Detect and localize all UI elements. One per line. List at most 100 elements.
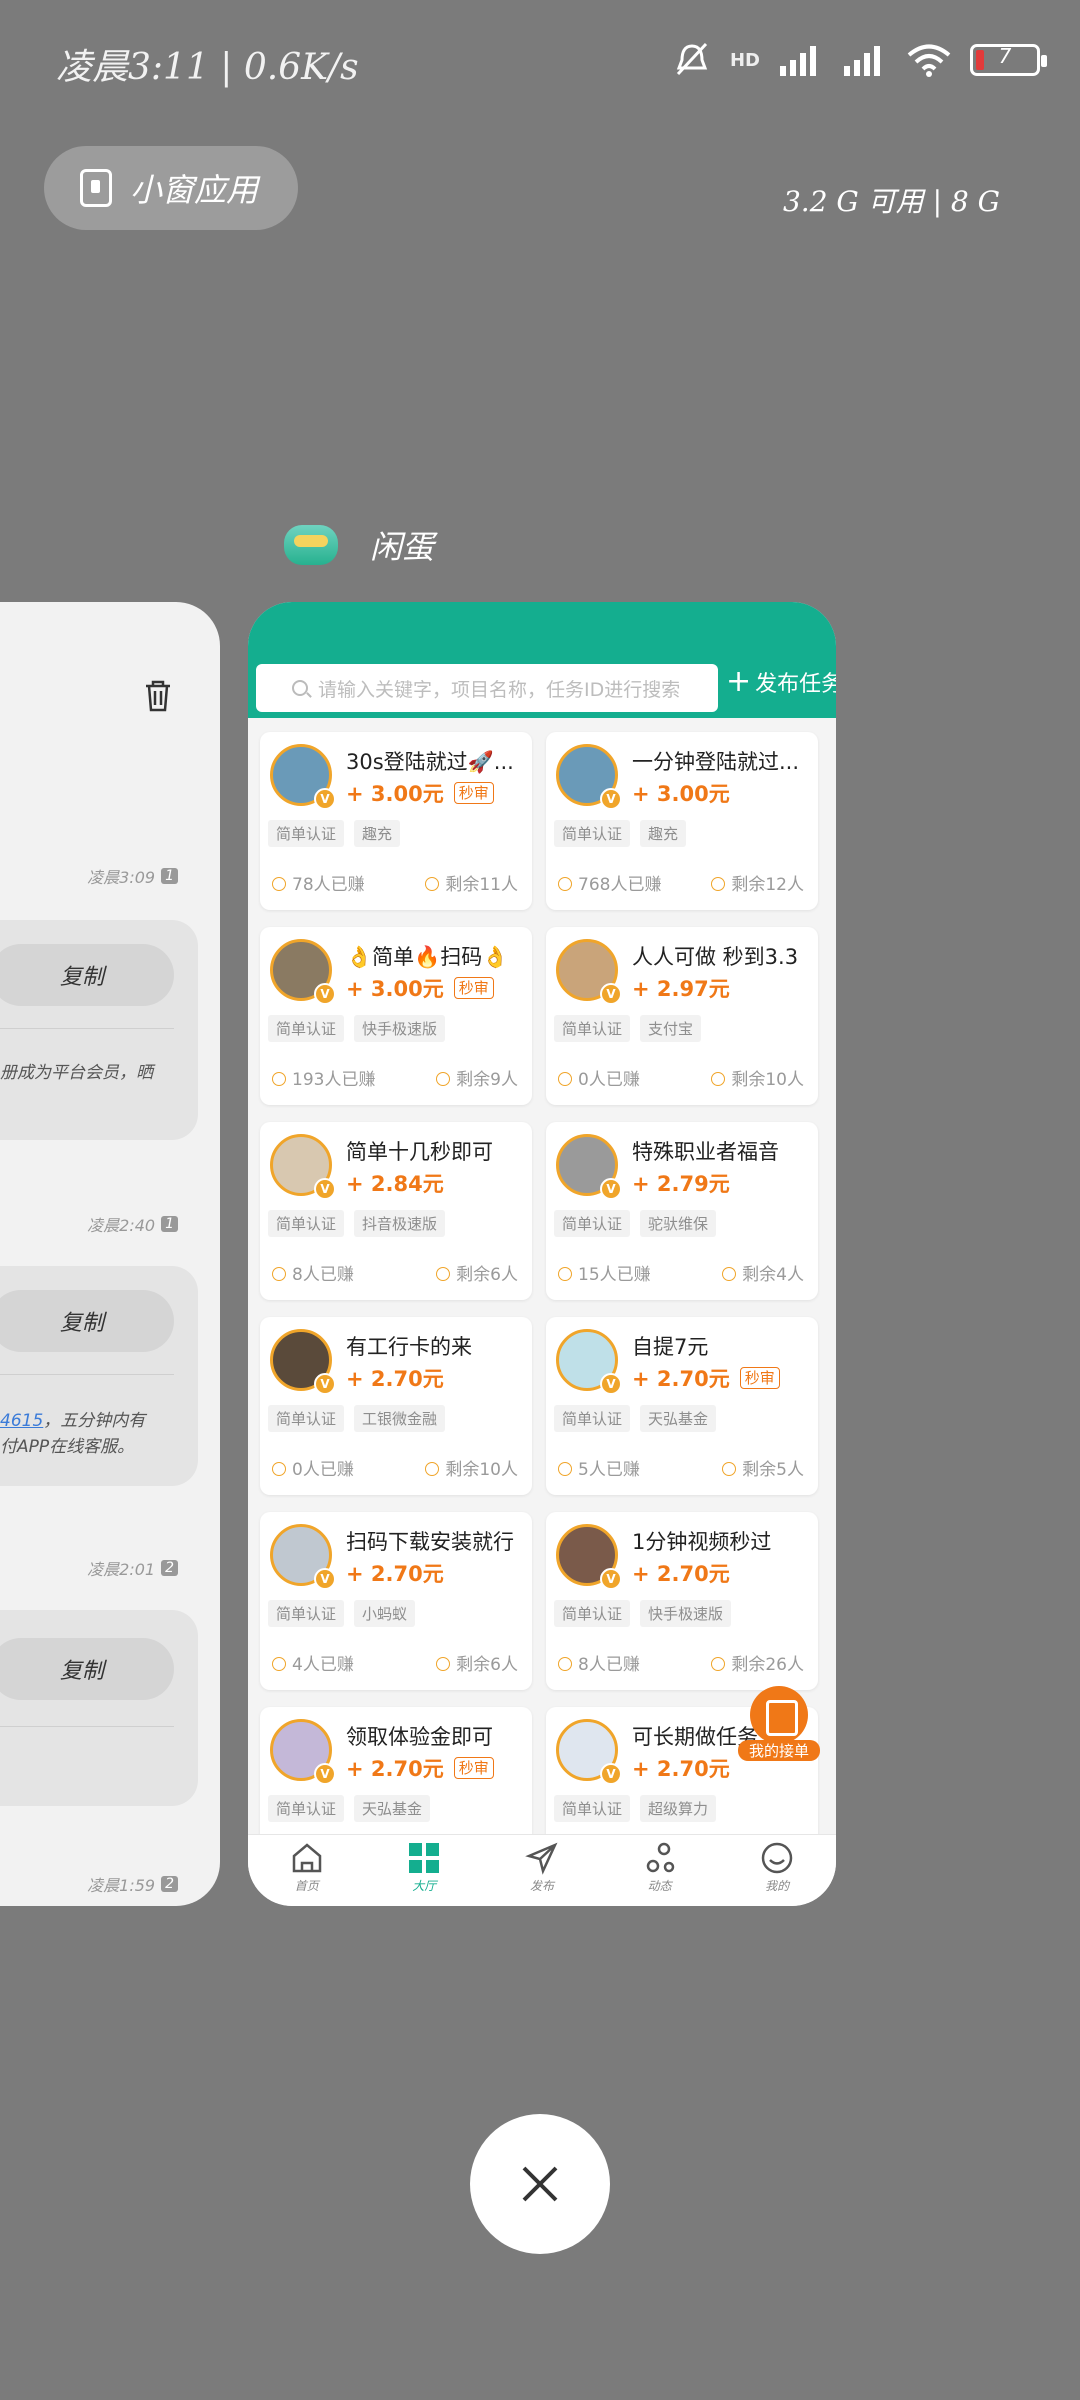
divider (0, 1726, 174, 1727)
mute-bell-icon (676, 42, 708, 76)
verified-badge: V (600, 1178, 622, 1200)
remaining-count: 剩余6人 (436, 1260, 518, 1285)
task-tag: 趣充 (354, 820, 401, 847)
task-card[interactable]: V 自提7元 + 2.70元 秒审 简单认证 天弘基金 5人已赚 剩余5人 (546, 1317, 818, 1495)
coin-icon (272, 877, 286, 891)
divider (0, 1028, 174, 1029)
coin-icon (272, 1657, 286, 1671)
copy-button[interactable]: 复制 (0, 944, 174, 1006)
clock-icon (436, 1072, 451, 1086)
task-tag: 工银微金融 (354, 1405, 446, 1432)
tab-home[interactable]: 首页 (248, 1835, 366, 1906)
grid-icon (409, 1843, 440, 1873)
earned-count: 8人已赚 (272, 1260, 354, 1285)
fast-review-badge: 秒审 (453, 782, 494, 804)
task-stats: 78人已赚 剩余11人 (272, 870, 518, 895)
battery-icon: 7 (970, 44, 1047, 76)
task-card[interactable]: V 1分钟视频秒过 + 2.70元 简单认证 快手极速版 8人已赚 剩余26人 (546, 1512, 818, 1690)
app-label: 闲蛋 (284, 522, 434, 568)
tab-publish[interactable]: 发布 (483, 1835, 601, 1906)
signal-icon-2 (844, 46, 880, 76)
copy-button[interactable]: 复制 (0, 1290, 174, 1352)
task-price: + 2.84元 (346, 1172, 444, 1196)
task-tag: 简单认证 (268, 1405, 345, 1432)
coin-icon (558, 877, 572, 891)
task-tag: 简单认证 (268, 820, 345, 847)
clock-icon (722, 1267, 737, 1281)
clock-icon (711, 1657, 726, 1671)
task-card[interactable]: V 简单十几秒即可 + 2.84元 简单认证 抖音极速版 8人已赚 剩余6人 (260, 1122, 532, 1300)
task-tag: 快手极速版 (354, 1015, 446, 1042)
task-card[interactable]: V 有工行卡的来 + 2.70元 简单认证 工银微金融 0人已赚 剩余10人 (260, 1317, 532, 1495)
task-tag: 简单认证 (554, 1600, 631, 1627)
small-window-icon (80, 169, 112, 207)
task-tags: 简单认证 抖音极速版 (268, 1210, 446, 1237)
status-bar: 凌晨3:11 | 0.6K/s HD 7 (0, 0, 1080, 120)
close-all-button[interactable] (470, 2114, 610, 2254)
task-price: + 2.70元 秒审 (632, 1363, 780, 1393)
task-tags: 简单认证 趣充 (268, 820, 401, 847)
task-card[interactable]: V 特殊职业者福音 + 2.79元 简单认证 驼驮维保 15人已赚 剩余4人 (546, 1122, 818, 1300)
coin-icon (558, 1462, 572, 1476)
task-tag: 抖音极速版 (354, 1210, 446, 1237)
task-tag: 简单认证 (554, 1795, 631, 1822)
task-title: 简单十几秒即可 (346, 1140, 493, 1164)
earned-count: 768人已赚 (558, 870, 661, 895)
task-card[interactable]: V 30s登陆就过🚀... + 3.00元 秒审 简单认证 趣充 78人已赚 剩余11人 (260, 732, 532, 910)
remaining-count: 剩余5人 (722, 1455, 804, 1480)
task-tag: 小蚂蚁 (354, 1600, 416, 1627)
publish-task-button[interactable]: + 发布任务 (726, 666, 836, 698)
task-tag: 简单认证 (554, 1015, 631, 1042)
tab-hall[interactable]: 大厅 (366, 1835, 484, 1906)
tab-activity[interactable]: 动态 (601, 1835, 719, 1906)
clipboard-icon (750, 1686, 808, 1744)
task-title: 👌简单🔥扫码👌 (346, 945, 509, 969)
small-window-app-button[interactable]: 小窗应用 (44, 146, 298, 230)
task-title: 有工行卡的来 (346, 1335, 472, 1359)
message-text: 册成为平台会员，晒 (0, 1063, 153, 1083)
coin-icon (272, 1462, 286, 1476)
task-stats: 15人已赚 剩余4人 (558, 1260, 804, 1285)
verified-badge: V (600, 788, 622, 810)
remaining-count: 剩余10人 (711, 1065, 804, 1090)
task-stats: 768人已赚 剩余12人 (558, 870, 804, 895)
task-stats: 5人已赚 剩余5人 (558, 1455, 804, 1480)
my-orders-button[interactable]: 我的接单 (738, 1684, 820, 1766)
task-tags: 简单认证 趣充 (554, 820, 687, 847)
search-input[interactable]: 请输入关键字，项目名称，任务ID进行搜索 (256, 664, 718, 712)
task-title: 特殊职业者福音 (632, 1140, 779, 1164)
remaining-count: 剩余12人 (711, 870, 804, 895)
task-tags: 简单认证 天弘基金 (554, 1405, 717, 1432)
fast-review-badge: 秒审 (453, 977, 494, 999)
verified-badge: V (600, 983, 622, 1005)
publish-task-label: 发布任务 (755, 672, 836, 697)
plus-icon: + (726, 664, 752, 699)
recent-app-card-left[interactable]: 凌晨3:09 1 复制 册成为平台会员，晒 凌晨2:40 1 复制 4615，五分钟… (0, 602, 220, 1906)
task-tags: 简单认证 天弘基金 (268, 1795, 431, 1822)
app-logo (284, 525, 338, 565)
copy-button[interactable]: 复制 (0, 1638, 174, 1700)
verified-badge: V (600, 1373, 622, 1395)
task-price: + 3.00元 秒审 (346, 778, 494, 808)
task-tags: 简单认证 快手极速版 (268, 1015, 446, 1042)
task-price: + 2.70元 (346, 1367, 444, 1391)
task-card[interactable]: V 扫码下载安装就行 + 2.70元 简单认证 小蚂蚁 4人已赚 剩余6人 (260, 1512, 532, 1690)
tab-mine[interactable]: 我的 (718, 1835, 836, 1906)
remaining-count: 剩余4人 (722, 1260, 804, 1285)
task-title: 30s登陆就过🚀... (346, 750, 514, 774)
task-card[interactable]: V 一分钟登陆就过... + 3.00元 简单认证 趣充 768人已赚 剩余12人 (546, 732, 818, 910)
memory-info: 3.2 G 可用 | 8 G (782, 185, 1000, 218)
task-tags: 简单认证 驼驮维保 (554, 1210, 717, 1237)
task-stats: 8人已赚 剩余6人 (272, 1260, 518, 1285)
trash-icon[interactable] (144, 680, 172, 712)
recent-app-card[interactable]: 请输入关键字，项目名称，任务ID进行搜索 + 发布任务 V 30s登陆就过🚀...… (248, 602, 836, 1906)
verified-badge: V (314, 983, 336, 1005)
message-link[interactable]: 4615 (0, 1411, 43, 1431)
task-tag: 简单认证 (268, 1210, 345, 1237)
verified-badge: V (314, 1763, 336, 1785)
task-card[interactable]: V 👌简单🔥扫码👌 + 3.00元 秒审 简单认证 快手极速版 193人已赚 剩余9人 (260, 927, 532, 1105)
clock-icon (436, 1267, 451, 1281)
coin-icon (558, 1657, 572, 1671)
task-card[interactable]: V 人人可做 秒到3.3 + 2.97元 简单认证 支付宝 0人已赚 剩余10人 (546, 927, 818, 1105)
message-text-line2: 付APP在线客服。 (0, 1437, 135, 1457)
